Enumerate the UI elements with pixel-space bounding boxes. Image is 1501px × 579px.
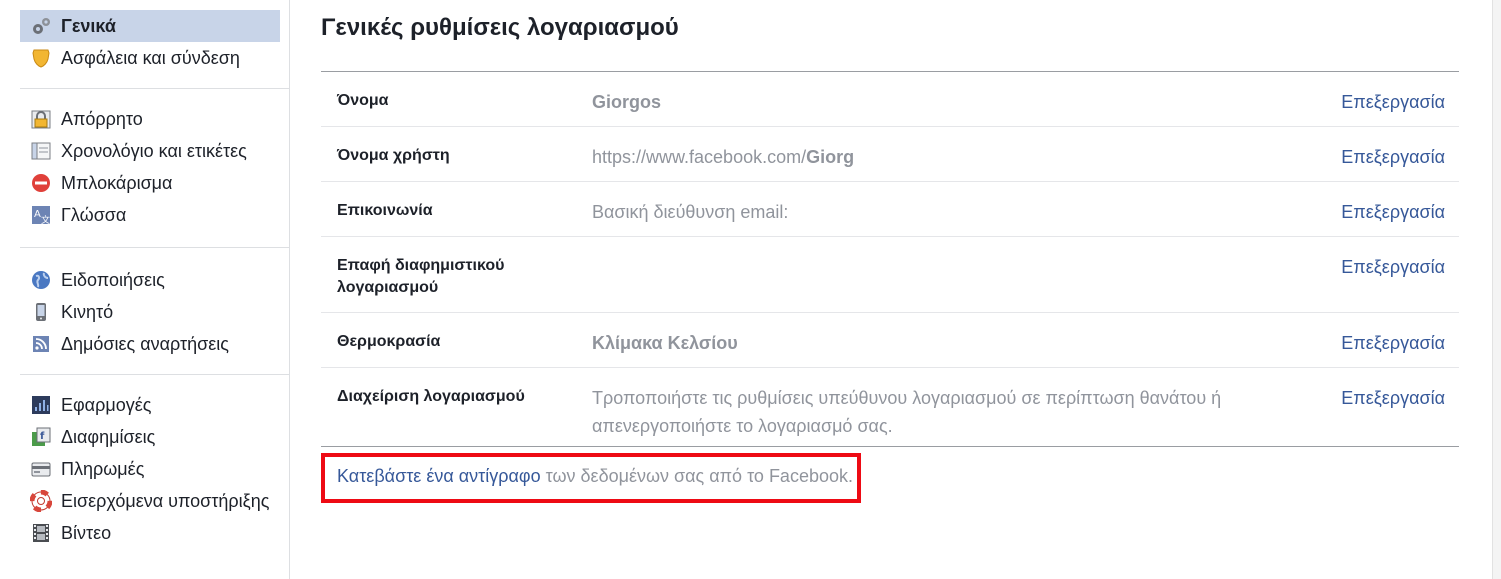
shield-icon — [30, 47, 52, 69]
svg-text:文: 文 — [41, 214, 50, 226]
edit-link[interactable]: Επεξεργασία — [1341, 198, 1445, 226]
timeline-icon — [30, 140, 52, 162]
sidebar-item-notifications[interactable]: Ειδοποιήσεις — [20, 264, 280, 296]
sidebar-item-timeline[interactable]: Χρονολόγιο και ετικέτες — [20, 135, 280, 167]
sidebar-item-label: Γενικά — [61, 15, 116, 36]
globe-icon — [30, 269, 52, 291]
svg-text:A: A — [34, 209, 41, 220]
sidebar-group-4: Εφαρμογές f Διαφημίσεις Πληρωμές Εισερχό… — [0, 389, 289, 549]
settings-row-name[interactable]: Όνομα Giorgos Επεξεργασία — [321, 72, 1459, 127]
download-data-highlight: Κατεβάστε ένα αντίγραφο των δεδομένων σα… — [321, 453, 861, 503]
sidebar-item-label: Μπλοκάρισμα — [61, 172, 173, 193]
gears-icon — [30, 15, 52, 37]
sidebar-item-mobile[interactable]: Κινητό — [20, 296, 280, 328]
settings-row-username[interactable]: Όνομα χρήστη https://www.facebook.com/Gi… — [321, 127, 1459, 182]
sidebar-item-label: Απόρρητο — [61, 108, 143, 129]
sidebar-item-privacy[interactable]: Απόρρητο — [20, 103, 280, 135]
sidebar-item-public-posts[interactable]: Δημόσιες αναρτήσεις — [20, 328, 280, 360]
page-scrollbar[interactable] — [1492, 0, 1501, 579]
row-value: Βασική διεύθυνση email: — [592, 202, 789, 222]
sidebar-item-label: Δημόσιες αναρτήσεις — [61, 333, 229, 354]
sidebar-item-label: Εισερχόμενα υποστήριξης — [61, 490, 270, 511]
row-value: Τροποποιήστε τις ρυθμίσεις υπεύθυνου λογ… — [592, 388, 1222, 436]
row-label: Επικοινωνία — [337, 202, 433, 219]
sidebar-item-label: Πληρωμές — [61, 458, 145, 479]
row-label: Όνομα — [337, 92, 389, 109]
mobile-icon — [30, 301, 52, 323]
sidebar-item-security[interactable]: Ασφάλεια και σύνδεση — [20, 42, 280, 74]
download-data-rest: των δεδομένων σας από το Facebook. — [540, 466, 853, 486]
sidebar-item-payments[interactable]: Πληρωμές — [20, 453, 280, 485]
row-label: Διαχείριση λογαριασμού — [337, 388, 525, 405]
sidebar-item-label: Γλώσσα — [61, 204, 127, 225]
settings-row-ad-account-contact[interactable]: Επαφή διαφημιστικού λογαριασμού Επεξεργα… — [321, 237, 1459, 313]
edit-link[interactable]: Επεξεργασία — [1341, 253, 1445, 281]
sidebar-group-3: Ειδοποιήσεις Κινητό Δημόσιες αναρτήσεις — [0, 264, 289, 360]
credit-card-icon — [30, 458, 52, 480]
row-label: Επαφή διαφημιστικού λογαριασμού — [337, 257, 505, 296]
sidebar-item-videos[interactable]: Βίντεο — [20, 517, 280, 549]
sidebar-item-label: Κινητό — [61, 301, 114, 322]
username-url-prefix: https://www.facebook.com/ — [592, 147, 807, 167]
settings-table: Όνομα Giorgos Επεξεργασία Όνομα χρήστη h… — [321, 71, 1459, 447]
sidebar-divider — [20, 247, 289, 248]
rss-icon — [30, 333, 52, 355]
sidebar-item-label: Χρονολόγιο και ετικέτες — [61, 140, 247, 161]
lifebuoy-icon — [30, 490, 52, 512]
film-icon — [30, 522, 52, 544]
settings-row-contact[interactable]: Επικοινωνία Βασική διεύθυνση email: Επεξ… — [321, 182, 1459, 237]
svg-text:f: f — [40, 431, 45, 442]
ads-icon: f — [30, 426, 52, 448]
sidebar-item-label: Βίντεο — [61, 522, 112, 543]
sidebar-item-label: Ασφάλεια και σύνδεση — [61, 47, 240, 68]
block-icon — [30, 172, 52, 194]
sidebar-item-apps[interactable]: Εφαρμογές — [20, 389, 280, 421]
settings-row-temperature[interactable]: Θερμοκρασία Κλίμακα Κελσίου Επεξεργασία — [321, 313, 1459, 368]
sidebar-item-label: Ειδοποιήσεις — [61, 269, 165, 290]
sidebar-group-2: Απόρρητο Χρονολόγιο και ετικέτες Μπλοκάρ… — [0, 103, 289, 231]
edit-link[interactable]: Επεξεργασία — [1341, 88, 1445, 116]
sidebar-item-ads[interactable]: f Διαφημίσεις — [20, 421, 280, 453]
edit-link[interactable]: Επεξεργασία — [1341, 143, 1445, 171]
sidebar-item-support-inbox[interactable]: Εισερχόμενα υποστήριξης — [20, 485, 280, 517]
sidebar-item-general[interactable]: Γενικά — [20, 10, 280, 42]
apps-icon — [30, 394, 52, 416]
edit-link[interactable]: Επεξεργασία — [1341, 384, 1445, 412]
row-value: Κλίμακα Κελσίου — [592, 333, 738, 353]
sidebar-item-language[interactable]: A文 Γλώσσα — [20, 199, 280, 231]
page-title: Γενικές ρυθμίσεις λογαριασμού — [321, 14, 679, 41]
settings-row-account-management[interactable]: Διαχείριση λογαριασμού Τροποποιήστε τις … — [321, 368, 1459, 446]
lock-icon — [30, 108, 52, 130]
sidebar-item-label: Διαφημίσεις — [61, 426, 156, 447]
sidebar-item-label: Εφαρμογές — [61, 394, 152, 415]
download-copy-link[interactable]: Κατεβάστε ένα αντίγραφο — [337, 466, 541, 486]
sidebar-divider — [20, 374, 289, 375]
row-value: https://www.facebook.com/Giorg — [592, 143, 1252, 171]
language-icon: A文 — [30, 204, 52, 226]
download-data-text: Κατεβάστε ένα αντίγραφο των δεδομένων σα… — [337, 464, 853, 488]
username-handle: Giorg — [806, 147, 855, 167]
edit-link[interactable]: Επεξεργασία — [1341, 329, 1445, 357]
row-label: Όνομα χρήστη — [337, 147, 450, 164]
row-value: Giorgos — [592, 92, 662, 112]
row-label: Θερμοκρασία — [337, 333, 441, 350]
sidebar-divider — [20, 88, 289, 89]
sidebar-item-blocking[interactable]: Μπλοκάρισμα — [20, 167, 280, 199]
sidebar-group-1: Γενικά Ασφάλεια και σύνδεση — [0, 10, 289, 74]
settings-sidebar: Γενικά Ασφάλεια και σύνδεση Απόρρητο Χρο… — [0, 0, 290, 579]
